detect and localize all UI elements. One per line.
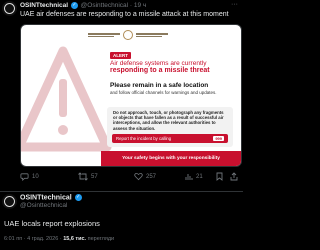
tweet-2[interactable]: OSINTtechnical ✓ @Osinttechnical UAE loc… <box>0 192 243 250</box>
reply-count: 10 <box>32 173 39 180</box>
warning-triangle-icon <box>21 46 112 152</box>
separator: · <box>129 2 133 10</box>
tweet-actions: 10 57 257 21 <box>20 172 240 184</box>
more-dots-icon[interactable]: ··· <box>231 1 238 8</box>
like-button[interactable]: 257 <box>134 172 156 181</box>
verified-icon: ✓ <box>74 194 82 201</box>
views-button[interactable]: 21 <box>185 172 203 181</box>
retweet-button[interactable]: 57 <box>78 172 98 181</box>
author-name[interactable]: OSINTtechnical <box>20 194 72 201</box>
tweet-text: UAE locals report explosions <box>4 219 100 228</box>
like-count: 257 <box>146 173 157 180</box>
verified-icon: ✓ <box>70 2 78 9</box>
alert-badge: ALERT <box>110 52 131 59</box>
warning-text: Do not approach, touch, or photograph an… <box>113 110 224 131</box>
views-chart-icon <box>185 174 193 180</box>
bookmark-icon <box>216 172 223 181</box>
views-count: 15,6 тис. <box>63 236 87 242</box>
warning-box: Do not approach, touch, or photograph an… <box>107 107 233 147</box>
report-incident-bar: Report the incident by calling 999 <box>112 134 228 143</box>
tweet-text: UAE air defenses are responding to a mis… <box>20 11 229 18</box>
reply-button[interactable]: 10 <box>20 172 39 181</box>
tweet-header: OSINTtechnical ✓ @Osinttechnical · 19 ч <box>20 2 146 9</box>
author-handle[interactable]: @Osinttechnical <box>81 2 128 9</box>
views-label: перегляди <box>87 236 115 242</box>
author-handle[interactable]: @Osinttechnical <box>20 202 67 209</box>
remain-safe-subtext: and follow official channels for warning… <box>110 90 217 95</box>
share-button[interactable] <box>230 172 238 181</box>
views-count: 21 <box>196 173 203 180</box>
alert-heading-line2: responding to a missile threat <box>110 67 210 74</box>
tweet-1[interactable]: OSINTtechnical ✓ @Osinttechnical · 19 ч … <box>0 0 243 192</box>
report-label: Report the incident by calling <box>116 136 172 141</box>
retweet-count: 57 <box>91 173 98 180</box>
author-name-row: OSINTtechnical ✓ <box>20 194 83 201</box>
avatar[interactable] <box>2 194 17 209</box>
heart-icon <box>134 172 143 181</box>
timestamp[interactable]: 19 ч <box>134 2 146 9</box>
tweet-media-image[interactable]: ALERT Air defense systems are currently … <box>20 24 242 167</box>
reply-icon <box>20 173 29 181</box>
author-name[interactable]: OSINTtechnical <box>20 2 68 9</box>
retweet-icon <box>78 172 88 181</box>
remain-safe-heading: Please remain in a safe location <box>110 82 209 89</box>
bookmark-button[interactable] <box>216 172 223 181</box>
avatar[interactable] <box>2 1 17 16</box>
safety-footer: Your safety begins with your responsibil… <box>101 151 241 166</box>
report-number: 999 <box>213 136 224 141</box>
share-icon <box>230 172 238 181</box>
alert-heading-line1: Air defense systems are currently <box>110 60 207 67</box>
tweet-meta: 6:01 пп · 4 град. 2026 · 15,6 тис. перег… <box>4 236 114 242</box>
timestamp[interactable]: 6:01 пп · 4 град. 2026 · <box>4 236 62 242</box>
government-emblem <box>43 29 213 41</box>
